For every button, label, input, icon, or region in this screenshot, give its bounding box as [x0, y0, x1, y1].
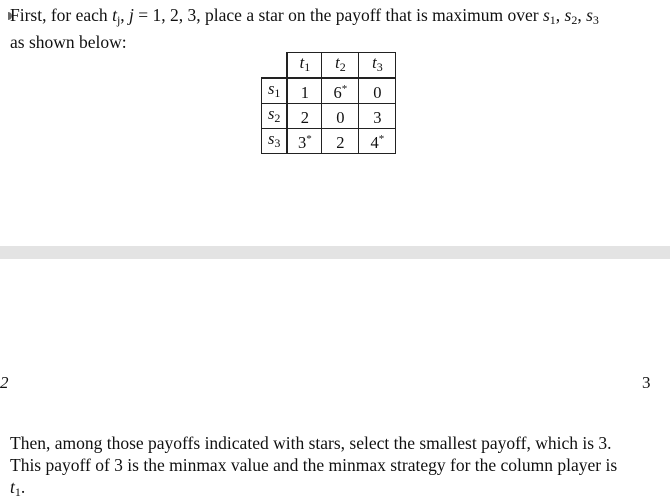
table-row: s1 1 6* 0	[261, 77, 397, 104]
intro-text-mid: = 1, 2, 3, place a star on the payoff th…	[133, 5, 543, 25]
table-header-row: t1 t2 t3	[261, 52, 397, 79]
outro-line-2: This payoff of 3 is the minmax value and…	[10, 455, 618, 475]
intro-comma: ,	[120, 5, 130, 25]
col-header-t2: t2	[321, 52, 360, 79]
outro-paragraph: Then, among those payoffs indicated with…	[10, 432, 665, 503]
page-number-right: 3	[642, 373, 651, 392]
intro-comma-1: ,	[555, 5, 565, 25]
cell-s2-t3: 3	[358, 103, 397, 129]
cell-s1-t3: 0	[358, 77, 397, 104]
cell-s2-t2: 0	[321, 103, 360, 129]
col-header-t3: t3	[358, 52, 397, 79]
table-row: s2 2 0 3	[261, 103, 397, 129]
math-s3: s3	[586, 5, 599, 27]
cell-s3-t2: 2	[321, 128, 360, 154]
math-t1: t1	[10, 477, 21, 499]
intro-text-start: First, for each	[10, 5, 113, 25]
page-number-left: 2	[0, 373, 9, 392]
math-s2: s2	[564, 5, 578, 27]
page-divider	[0, 246, 670, 259]
intro-comma-2: ,	[577, 5, 587, 25]
col-header-t1: t1	[286, 52, 323, 79]
cell-s3-t1: 3*	[286, 128, 323, 154]
outro-period: .	[20, 477, 26, 497]
cell-s3-t3: 4*	[358, 128, 397, 154]
intro-paragraph: First, for each tj, j = 1, 2, 3, place a…	[8, 4, 665, 53]
table-row: s3 3* 2 4*	[261, 128, 397, 154]
math-s1: s1	[542, 5, 556, 27]
intro-line-2: as shown below:	[10, 32, 127, 52]
row-header-s1: s1	[261, 77, 289, 104]
row-header-s3: s3	[261, 128, 289, 154]
cell-s2-t1: 2	[286, 103, 323, 129]
row-header-s2: s2	[261, 103, 289, 129]
outro-line-1: Then, among those payoffs indicated with…	[10, 433, 612, 453]
payoff-table: t1 t2 t3 s1 1 6* 0 s2 2 0 3 s3 3* 2 4*	[261, 52, 397, 154]
cell-s1-t1: 1	[286, 77, 323, 104]
cell-s1-t2: 6*	[321, 77, 360, 104]
table-corner-cell	[261, 52, 289, 79]
